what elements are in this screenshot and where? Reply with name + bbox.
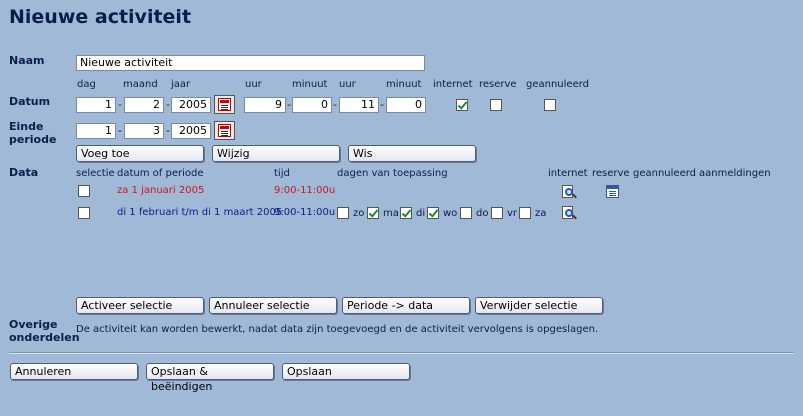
day-zo-checkbox[interactable]	[337, 207, 349, 219]
datum-maand-input[interactable]: 2	[124, 97, 164, 113]
header-dag: dag	[77, 79, 96, 90]
separator: -	[166, 98, 170, 111]
separator: -	[287, 98, 291, 111]
datum-dag-input[interactable]: 1	[76, 97, 116, 113]
header-maand: maand	[123, 79, 158, 90]
opslaan-button[interactable]: Opslaan	[282, 363, 410, 380]
einde-jaar-input[interactable]: 2005	[171, 123, 211, 139]
wijzig-button[interactable]: Wijzig	[212, 145, 340, 162]
header-uur-tot: uur	[339, 79, 356, 90]
row-2-internet-view-icon[interactable]	[561, 205, 577, 221]
separator: -	[118, 124, 122, 137]
datum-minuut-van-input[interactable]: 0	[292, 97, 332, 113]
naam-label: Naam	[9, 54, 45, 67]
einde-label-line1: Einde	[9, 120, 44, 133]
internet-checkbox[interactable]	[456, 99, 468, 111]
day-wo-label: wo	[443, 208, 458, 219]
header-jaar: jaar	[171, 79, 191, 90]
separator: -	[380, 98, 384, 111]
header-internet: internet	[433, 79, 473, 90]
day-di-label: di	[416, 208, 426, 219]
opslaan-beeindigen-button[interactable]: Opslaan & beëindigen	[146, 363, 274, 393]
header-reserve: reserve	[479, 79, 517, 90]
einde-dag-input[interactable]: 1	[76, 123, 116, 139]
day-ma-label: ma	[383, 208, 399, 219]
einde-maand-input[interactable]: 3	[124, 123, 164, 139]
annuleer-selectie-button[interactable]: Annuleer selectie	[209, 297, 337, 314]
datum-uur-van-input[interactable]: 9	[244, 97, 286, 113]
annuleren-button[interactable]: Annuleren	[10, 363, 138, 380]
col-reserve: reserve	[592, 168, 630, 179]
day-za-checkbox[interactable]	[519, 207, 531, 219]
periode-data-button[interactable]: Periode -> data	[342, 297, 470, 314]
col-aanmeldingen: aanmeldingen	[699, 168, 771, 179]
col-selectie: selectie	[76, 168, 115, 179]
row-1-reserve-list-icon[interactable]	[606, 185, 619, 198]
datum-jaar-input[interactable]: 2005	[171, 97, 211, 113]
datum-label: Datum	[9, 95, 51, 108]
day-ma-checkbox[interactable]	[367, 207, 379, 219]
day-do-label: do	[476, 208, 489, 219]
row-1-selectie-checkbox[interactable]	[78, 185, 90, 197]
divider	[9, 352, 794, 354]
naam-input[interactable]: Nieuwe activiteit	[76, 55, 425, 71]
day-zo-label: zo	[353, 208, 365, 219]
day-vr-label: vr	[507, 208, 518, 219]
col-geannuleerd: geannuleerd	[633, 168, 697, 179]
day-wo-checkbox[interactable]	[427, 207, 439, 219]
voeg-toe-button[interactable]: Voeg toe	[76, 145, 204, 162]
row-1-internet-view-icon[interactable]	[561, 184, 577, 200]
row-2-selectie-checkbox[interactable]	[78, 207, 90, 219]
overige-message: De activiteit kan worden bewerkt, nadat …	[76, 324, 599, 335]
separator: -	[166, 124, 170, 137]
col-internet: internet	[548, 168, 588, 179]
row-2-tijd: 9:00-11:00u	[274, 207, 336, 218]
datum-minuut-tot-input[interactable]: 0	[386, 97, 426, 113]
page-title: Nieuwe activiteit	[9, 6, 192, 28]
wis-button[interactable]: Wis	[348, 145, 476, 162]
datum-uur-tot-input[interactable]: 11	[339, 97, 379, 113]
row-1-datum: za 1 januari 2005	[117, 185, 205, 196]
day-di-checkbox[interactable]	[400, 207, 412, 219]
header-minuut-van: minuut	[292, 79, 328, 90]
day-za-label: za	[535, 208, 547, 219]
geannuleerd-checkbox[interactable]	[544, 99, 556, 111]
overige-label-line1: Overige	[9, 318, 58, 331]
verwijder-selectie-button[interactable]: Verwijder selectie	[475, 297, 603, 314]
header-uur-van: uur	[245, 79, 262, 90]
reserve-checkbox[interactable]	[490, 99, 502, 111]
data-label: Data	[9, 166, 39, 179]
einde-label-line2: periode	[9, 133, 57, 146]
row-2-datum: di 1 februari t/m di 1 maart 2005	[117, 207, 283, 218]
separator: -	[333, 98, 337, 111]
day-vr-checkbox[interactable]	[491, 207, 503, 219]
header-geannuleerd: geannuleerd	[526, 79, 590, 90]
calendar-icon[interactable]	[214, 121, 235, 140]
col-tijd: tijd	[274, 168, 290, 179]
row-1-tijd: 9:00-11:00u	[274, 185, 336, 196]
activeer-selectie-button[interactable]: Activeer selectie	[76, 297, 204, 314]
separator: -	[118, 98, 122, 111]
day-do-checkbox[interactable]	[460, 207, 472, 219]
col-dagen: dagen van toepassing	[337, 168, 448, 179]
overige-label-line2: onderdelen	[9, 331, 80, 344]
col-datum-periode: datum of periode	[117, 168, 204, 179]
calendar-icon[interactable]	[214, 95, 235, 114]
header-minuut-tot: minuut	[386, 79, 422, 90]
